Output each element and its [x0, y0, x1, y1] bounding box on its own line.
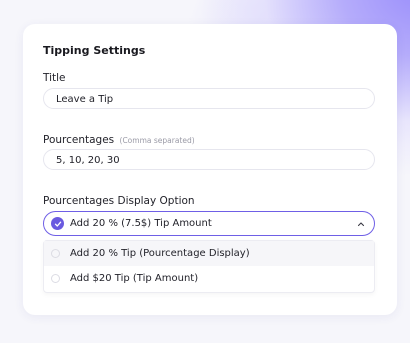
option-label: Add $20 Tip (Tip Amount)	[70, 273, 199, 284]
title-input[interactable]: Leave a Tip	[43, 88, 375, 109]
tipping-settings-card: Tipping Settings Title Leave a Tip Pourc…	[23, 24, 397, 315]
percentages-hint: (Comma separated)	[119, 136, 195, 145]
option-percentage-display[interactable]: Add 20 % Tip (Pourcentage Display)	[44, 241, 374, 266]
option-tip-amount[interactable]: Add $20 Tip (Tip Amount)	[44, 266, 374, 291]
selected-option-text: Add 20 % (7.5$) Tip Amount	[70, 218, 212, 229]
radio-icon	[51, 249, 60, 258]
display-option-select[interactable]: Add 20 % (7.5$) Tip Amount	[43, 211, 375, 236]
check-icon	[51, 217, 64, 230]
card-title: Tipping Settings	[43, 44, 146, 57]
chevron-up-icon[interactable]	[357, 220, 365, 228]
radio-icon	[51, 274, 60, 283]
percentages-label: Pourcentages (Comma separated)	[43, 134, 195, 146]
title-label: Title	[43, 72, 66, 84]
display-option-menu: Add 20 % Tip (Pourcentage Display) Add $…	[43, 240, 375, 293]
option-label: Add 20 % Tip (Pourcentage Display)	[70, 248, 250, 259]
percentages-input[interactable]: 5, 10, 20, 30	[43, 149, 375, 170]
percentages-label-text: Pourcentages	[43, 134, 115, 146]
display-option-label: Pourcentages Display Option	[43, 195, 195, 207]
